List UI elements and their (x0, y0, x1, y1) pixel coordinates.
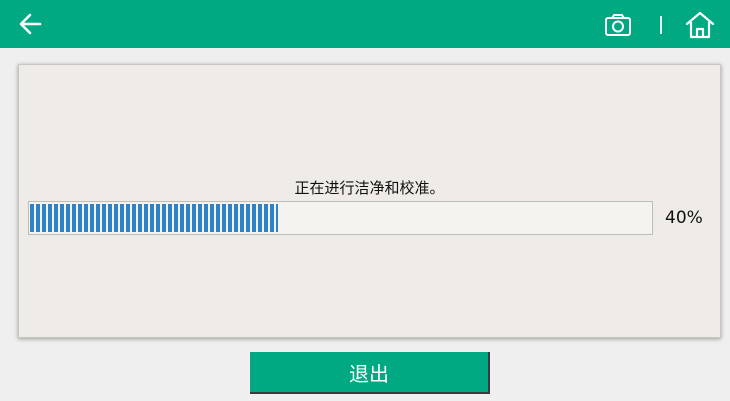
progress-percent: 40% (665, 208, 703, 228)
progress-bar (28, 201, 653, 235)
arrow-left-icon (19, 13, 42, 35)
camera-icon (605, 14, 631, 36)
progress-bar-fill (30, 204, 278, 232)
exit-button[interactable]: 退出 (250, 352, 490, 394)
back-button[interactable] (18, 10, 52, 38)
camera-button[interactable] (598, 11, 636, 39)
home-button[interactable] (682, 9, 718, 41)
status-message: 正在进行洁净和校准。 (294, 179, 445, 197)
top-bar (0, 0, 730, 48)
progress-panel: 正在进行洁净和校准。 40% (18, 64, 721, 338)
home-icon (685, 11, 715, 39)
toolbar-divider (660, 16, 662, 34)
